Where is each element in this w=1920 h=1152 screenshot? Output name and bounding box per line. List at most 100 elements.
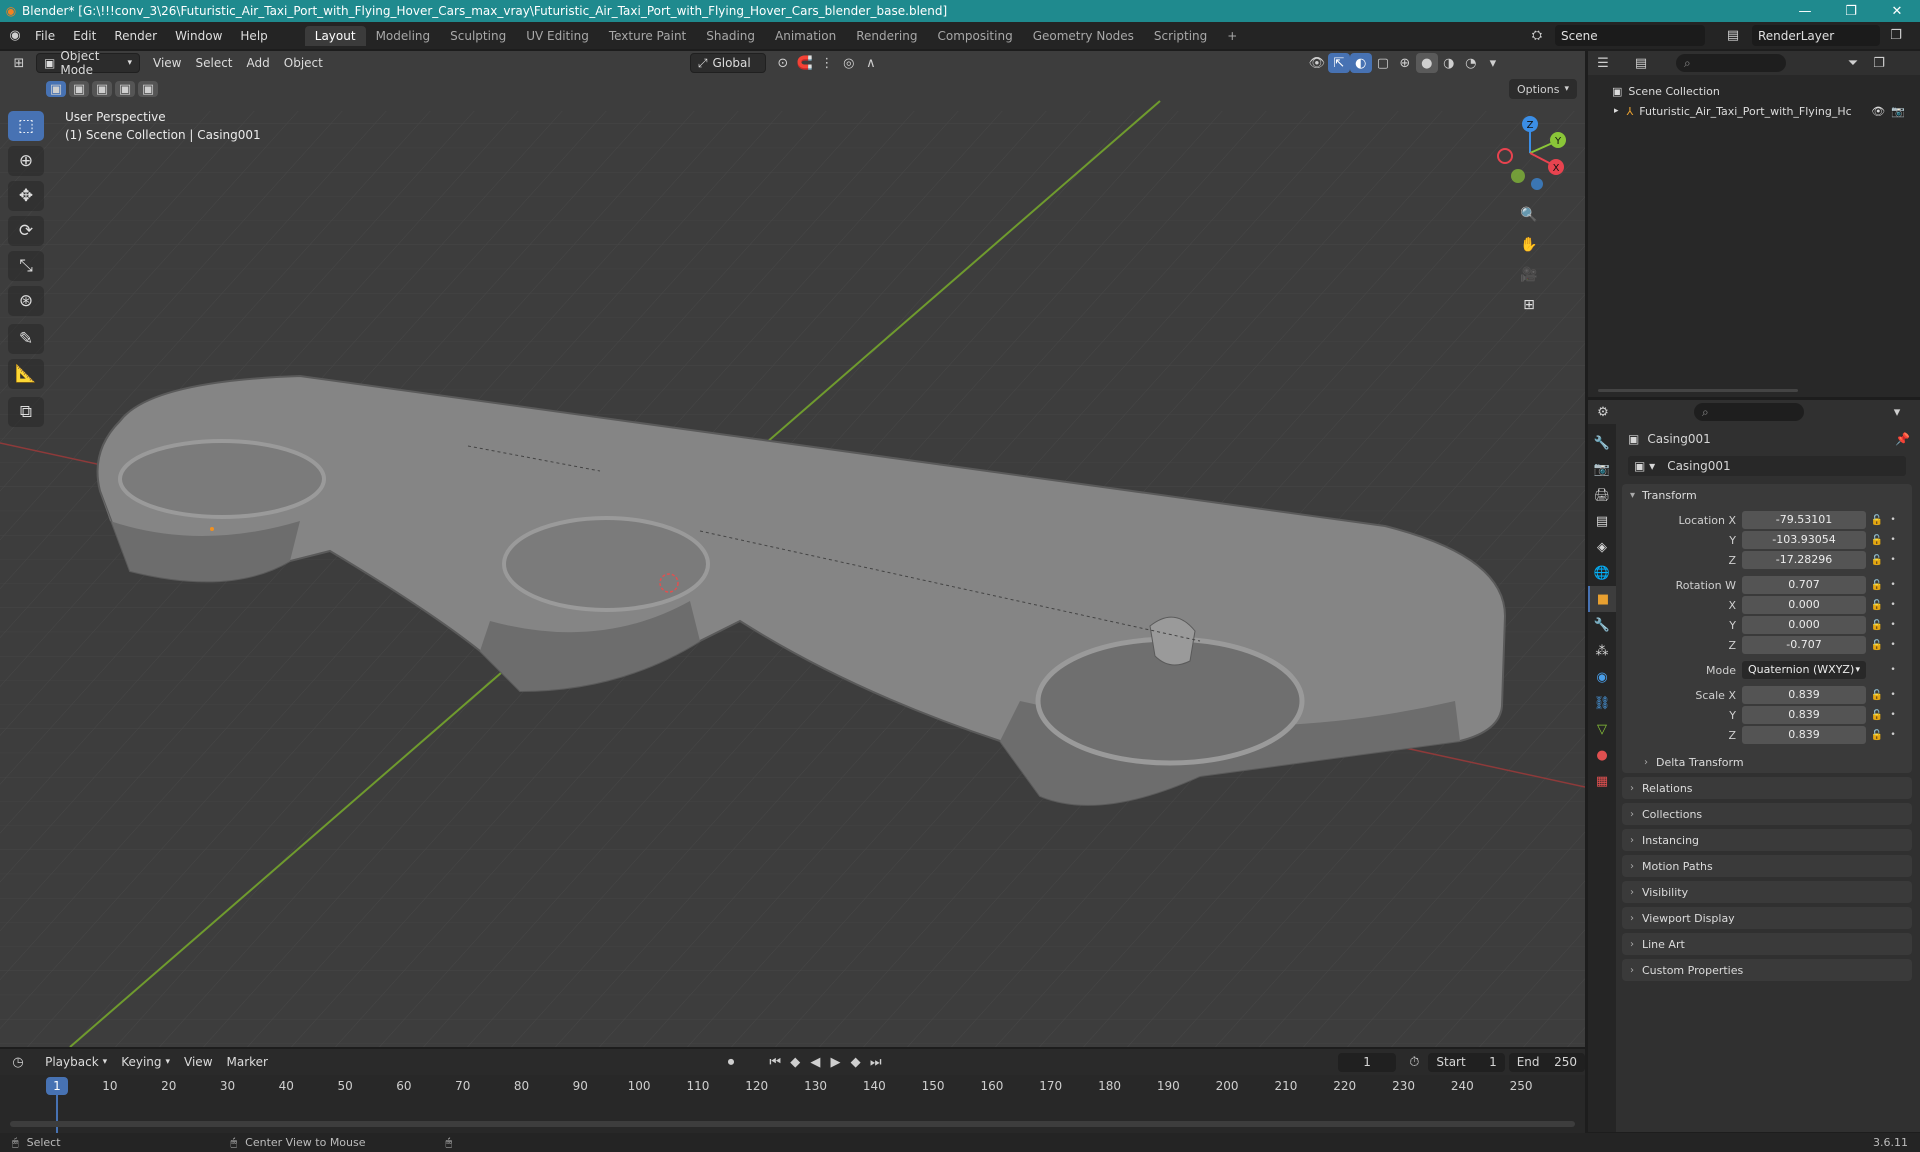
lock-icon[interactable]: 🔓 bbox=[1866, 535, 1888, 546]
tab-texture-paint[interactable]: Texture Paint bbox=[599, 26, 696, 46]
blender-menu-icon[interactable]: ◉ bbox=[4, 26, 26, 46]
keyframe-dot-icon[interactable]: • bbox=[1888, 640, 1898, 650]
render-tab-icon[interactable]: 📷 bbox=[1588, 456, 1616, 482]
pivot-icon[interactable]: ⊙ bbox=[772, 53, 794, 73]
tab-layout[interactable]: Layout bbox=[304, 25, 366, 46]
lock-icon[interactable]: 🔓 bbox=[1866, 730, 1888, 741]
annotate-icon[interactable]: ✎ bbox=[8, 324, 44, 354]
menu-playback[interactable]: Playback ▾ bbox=[38, 1052, 114, 1072]
world-tab-icon[interactable]: 🌐 bbox=[1588, 560, 1616, 586]
current-frame-field[interactable]: 1 bbox=[1337, 1052, 1397, 1072]
menu-view[interactable]: View bbox=[146, 53, 188, 73]
lock-icon[interactable]: 🔓 bbox=[1866, 620, 1888, 631]
menu-render[interactable]: Render bbox=[105, 29, 166, 43]
location-y-field[interactable]: -103.93054 bbox=[1742, 531, 1866, 549]
filter-icon[interactable]: ⏷ bbox=[1842, 53, 1864, 73]
keyframe-dot-icon[interactable]: • bbox=[1888, 555, 1898, 565]
scale-x-field[interactable]: 0.839 bbox=[1742, 686, 1866, 704]
keyframe-dot-icon[interactable]: • bbox=[1888, 665, 1898, 675]
solid-shading-icon[interactable]: ● bbox=[1415, 53, 1438, 73]
minimize-button[interactable]: — bbox=[1782, 4, 1828, 19]
options-button[interactable]: Options ▾ bbox=[1509, 79, 1577, 99]
axis-gizmo[interactable]: Z Y X bbox=[1475, 111, 1585, 191]
menu-object[interactable]: Object bbox=[277, 53, 330, 73]
pan-hand-icon[interactable]: ✋ bbox=[1515, 231, 1543, 259]
eye-icon[interactable]: 👁 bbox=[1871, 105, 1885, 118]
editor-type-icon[interactable]: ⊞ bbox=[8, 53, 30, 73]
scale-y-field[interactable]: 0.839 bbox=[1742, 706, 1866, 724]
keyframe-dot-icon[interactable]: • bbox=[1888, 730, 1898, 740]
tab-rendering[interactable]: Rendering bbox=[846, 26, 927, 46]
maximize-button[interactable]: ❐ bbox=[1828, 4, 1874, 19]
render-layer-selector[interactable]: RenderLayer bbox=[1752, 25, 1880, 46]
falloff-icon[interactable]: ∧ bbox=[860, 53, 882, 73]
lock-icon[interactable]: 🔓 bbox=[1866, 580, 1888, 591]
frame-ruler[interactable]: 1 10 20 30 40 50 60 70 80 90 100 110 120 130 140 150 16… bbox=[0, 1077, 1585, 1133]
overlay-icon[interactable]: ◐ bbox=[1349, 53, 1372, 73]
prev-keyframe-icon[interactable]: ◆ bbox=[785, 1052, 805, 1072]
play-icon[interactable]: ▶ bbox=[825, 1052, 845, 1072]
keyframe-dot-icon[interactable]: • bbox=[1888, 535, 1898, 545]
scale-icon[interactable]: ⤡ bbox=[8, 251, 44, 281]
object-tab-icon[interactable]: ■ bbox=[1588, 586, 1616, 612]
tab-compositing[interactable]: Compositing bbox=[927, 26, 1022, 46]
instancing-section[interactable]: › Instancing bbox=[1622, 829, 1912, 851]
zoom-icon[interactable]: 🔍 bbox=[1515, 201, 1543, 229]
scene-selector[interactable]: Scene bbox=[1555, 25, 1705, 46]
keyframe-dot-icon[interactable]: • bbox=[1888, 710, 1898, 720]
outliner-editor-icon[interactable]: ☰ bbox=[1592, 53, 1614, 73]
chevron-down-icon[interactable]: ▾ bbox=[1886, 402, 1908, 422]
properties-search-input[interactable]: ⌕ bbox=[1694, 403, 1804, 421]
physics-tab-icon[interactable]: ◉ bbox=[1588, 664, 1616, 690]
proportional-edit-icon[interactable]: ◎ bbox=[838, 53, 860, 73]
keyframe-dot-icon[interactable]: • bbox=[1888, 620, 1898, 630]
jump-start-icon[interactable]: ⏮ bbox=[765, 1052, 785, 1072]
scene-collection-row[interactable]: ▣ Scene Collection bbox=[1588, 81, 1920, 101]
scene-tab-icon[interactable]: ◈ bbox=[1588, 534, 1616, 560]
constraints-tab-icon[interactable]: ⛓ bbox=[1588, 690, 1616, 716]
current-frame-indicator[interactable]: 1 bbox=[46, 1077, 68, 1095]
tab-scripting[interactable]: Scripting bbox=[1144, 26, 1217, 46]
orientation-selector[interactable]: ⤢ Global bbox=[689, 53, 766, 73]
timeline-scrollbar[interactable] bbox=[10, 1121, 1575, 1127]
line-art-section[interactable]: › Line Art bbox=[1622, 933, 1912, 955]
outliner-search-input[interactable]: ⌕ bbox=[1676, 54, 1786, 72]
menu-select[interactable]: Select bbox=[188, 53, 239, 73]
keyframe-dot-icon[interactable]: • bbox=[1888, 580, 1898, 590]
mode-selector[interactable]: ▣ Object Mode ▾ bbox=[36, 51, 140, 77]
motion-paths-section[interactable]: › Motion Paths bbox=[1622, 855, 1912, 877]
select-intersect-icon[interactable]: ▣ bbox=[138, 81, 158, 97]
transform-header[interactable]: ▾ Transform bbox=[1622, 484, 1912, 506]
jump-end-icon[interactable]: ⏭ bbox=[866, 1052, 886, 1072]
menu-timeline-view[interactable]: View bbox=[177, 1052, 219, 1072]
material-tab-icon[interactable]: ● bbox=[1588, 742, 1616, 768]
viewport-display-section[interactable]: › Viewport Display bbox=[1622, 907, 1912, 929]
select-new-icon[interactable]: ▣ bbox=[46, 81, 66, 97]
playhead[interactable] bbox=[56, 1095, 58, 1133]
properties-editor-icon[interactable]: ⚙ bbox=[1592, 402, 1614, 422]
tool-tab-icon[interactable]: 🔧 bbox=[1588, 430, 1616, 456]
delta-transform-header[interactable]: › Delta Transform bbox=[1622, 751, 1912, 773]
custom-properties-section[interactable]: › Custom Properties bbox=[1622, 959, 1912, 981]
relations-section[interactable]: › Relations bbox=[1622, 777, 1912, 799]
rotation-y-field[interactable]: 0.000 bbox=[1742, 616, 1866, 634]
measure-icon[interactable]: 📐 bbox=[8, 359, 44, 389]
record-icon[interactable]: ⏺ bbox=[721, 1052, 741, 1072]
keyframe-dot-icon[interactable]: • bbox=[1888, 515, 1898, 525]
render-camera-icon[interactable]: 📷 bbox=[1891, 105, 1905, 118]
outliner-scrollbar[interactable] bbox=[1598, 389, 1798, 392]
play-reverse-icon[interactable]: ◀ bbox=[805, 1052, 825, 1072]
add-cube-icon[interactable]: ⧉ bbox=[8, 397, 44, 427]
material-shading-icon[interactable]: ◑ bbox=[1438, 53, 1460, 73]
menu-keying[interactable]: Keying ▾ bbox=[114, 1052, 177, 1072]
rotation-x-field[interactable]: 0.000 bbox=[1742, 596, 1866, 614]
move-icon[interactable]: ✥ bbox=[8, 181, 44, 211]
pin-icon[interactable]: 📌 bbox=[1895, 432, 1910, 446]
shading-options-icon[interactable]: ▾ bbox=[1482, 53, 1504, 73]
outliner-item[interactable]: ▸ ⅄ Futuristic_Air_Taxi_Port_with_Flying… bbox=[1588, 101, 1920, 121]
location-x-field[interactable]: -79.53101 bbox=[1742, 511, 1866, 529]
tab-modeling[interactable]: Modeling bbox=[366, 26, 441, 46]
texture-tab-icon[interactable]: ▦ bbox=[1588, 768, 1616, 794]
new-collection-icon[interactable]: ❐ bbox=[1868, 53, 1890, 73]
next-keyframe-icon[interactable]: ◆ bbox=[846, 1052, 866, 1072]
